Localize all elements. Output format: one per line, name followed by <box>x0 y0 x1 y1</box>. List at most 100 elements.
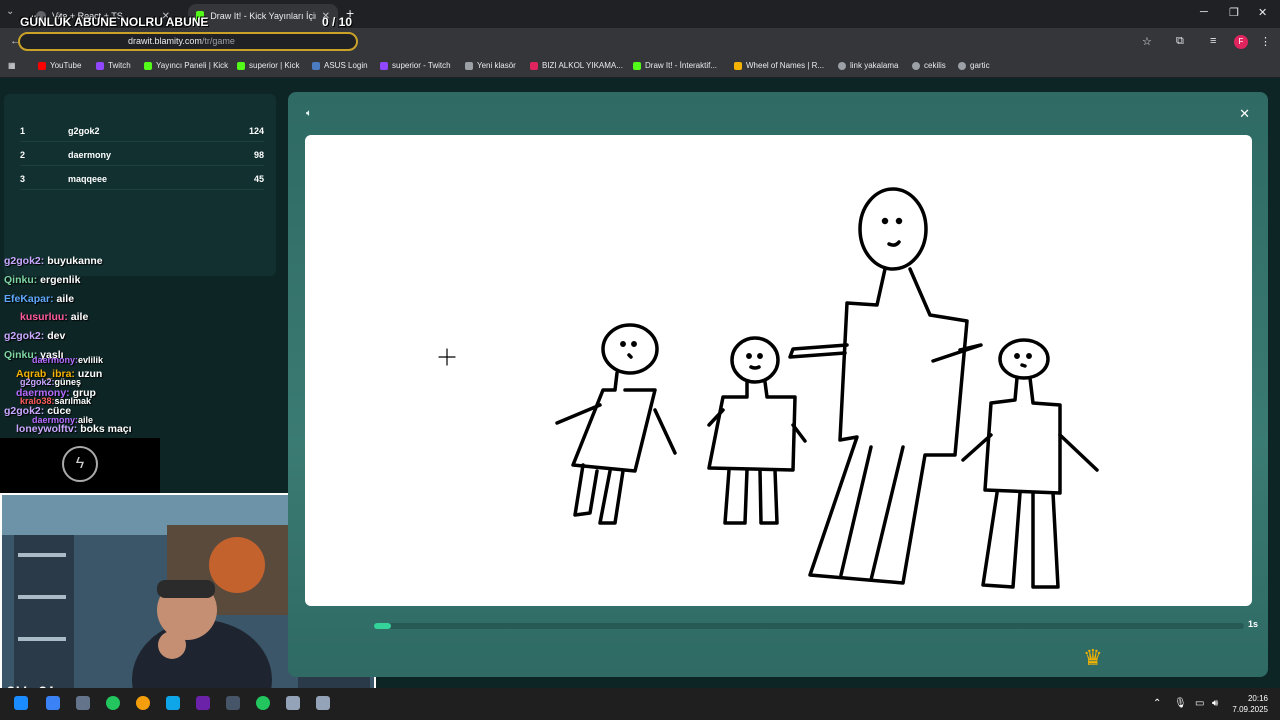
bookmark-star-icon[interactable]: ☆ <box>1142 35 1152 48</box>
bookmark-gartic[interactable]: gartic <box>958 61 990 70</box>
bookmark-label: gartic <box>970 61 990 70</box>
bookmark-wheel[interactable]: Wheel of Names | R... <box>734 61 824 70</box>
stream-logo-box: ϟ <box>0 438 160 494</box>
round-progress-bar <box>374 623 1244 629</box>
bookmark-kick-panel[interactable]: Yayıncı Paneli | Kick <box>144 61 228 70</box>
bookmark-label: Yeni klasör <box>477 61 516 70</box>
chrome-icon[interactable] <box>136 696 150 710</box>
leaderboard-row: 3 maqqeee 45 <box>20 168 264 190</box>
player-score: 45 <box>253 173 264 184</box>
chat-user: g2gok2: <box>20 377 55 387</box>
bookmark-label: YouTube <box>50 61 82 70</box>
clock-time: 20:16 <box>1247 694 1268 703</box>
app-icon[interactable] <box>286 696 300 710</box>
chat-text: dev <box>47 330 66 342</box>
drawing-canvas[interactable] <box>305 135 1252 606</box>
bookmark-label: Twitch <box>108 61 131 70</box>
display-icon[interactable]: ▭ <box>1195 698 1204 709</box>
bookmark-alkol[interactable]: BIZI ALKOL YIKAMA... <box>530 61 623 70</box>
kick-icon <box>237 61 245 70</box>
chat-text: buyukanne <box>47 255 103 267</box>
app-icon[interactable] <box>46 696 60 710</box>
player-score: 124 <box>248 125 264 136</box>
twitch-icon <box>96 61 104 70</box>
bookmark-drawit[interactable]: Draw It! - İnteraktif... <box>633 61 717 70</box>
bookmark-link[interactable]: link yakalama <box>838 61 898 70</box>
chat-user: g2gok2: <box>4 255 45 267</box>
menu-icon[interactable]: ⋮ <box>1260 35 1271 48</box>
leaderboard: 1 g2gok2 124 2 daermony 98 3 maqqeee 45 <box>4 94 276 276</box>
bookmark-label: Draw It! - İnteraktif... <box>645 61 718 70</box>
apps-icon[interactable]: ▦ <box>8 61 16 70</box>
windows-start-icon[interactable] <box>14 696 28 710</box>
bookmark-cekilis[interactable]: cekilis <box>912 61 946 70</box>
bookmark-superior-twitch[interactable]: superior - Twitch <box>380 61 451 70</box>
player-name: maqqeee <box>68 173 108 184</box>
bookmark-label: BIZI ALKOL YIKAMA... <box>542 61 623 70</box>
game-panel: 🔈︎ ✕ 1s ♛ <box>288 92 1268 677</box>
taskbar: ⌃ 🎙︎ ▭ 🔊︎ 20:16 7.09.2025 <box>0 688 1280 720</box>
folder-icon <box>465 61 473 70</box>
explorer-icon[interactable] <box>166 696 180 710</box>
spotify-icon[interactable] <box>106 696 120 710</box>
profile-avatar[interactable]: F <box>1234 35 1248 49</box>
player-name: g2gok2 <box>68 125 100 136</box>
system-clock[interactable]: 20:16 7.09.2025 <box>1232 693 1268 715</box>
url-path: /tr/game <box>201 36 235 46</box>
rank: 3 <box>20 173 26 184</box>
chat-message: EfeKapar: aile <box>4 293 74 305</box>
chat-overlay: g2gok2: buyukanne Qinku: ergenlik EfeKap… <box>0 255 280 448</box>
bookmark-folder[interactable]: Yeni klasör <box>465 61 516 70</box>
tray-chevron-icon[interactable]: ⌃ <box>1153 698 1161 709</box>
chat-text: aile <box>70 311 89 323</box>
browser-toolbar: ← → ↻ ⌂ drawit.blamity.com/tr/game ☆ ⧉ ≡… <box>0 28 1280 56</box>
twitch-icon <box>380 61 388 70</box>
app-icon[interactable] <box>226 696 240 710</box>
app-icon[interactable] <box>76 696 90 710</box>
chat-user: g2gok2: <box>4 330 45 342</box>
volume-icon[interactable]: 🔊︎ <box>1212 698 1218 709</box>
chat-text: ergenlik <box>40 274 81 286</box>
address-bar[interactable]: drawit.blamity.com/tr/game <box>18 32 358 51</box>
tab-drawit[interactable]: Draw It! - Kick Yayınları İçin Çizi ✕ <box>188 4 338 28</box>
bookmark-label: superior - Twitch <box>392 61 451 70</box>
media-icon[interactable]: ≡ <box>1210 35 1216 47</box>
bookmark-label: Wheel of Names | R... <box>746 61 825 70</box>
chat-message: daermony:evlilik <box>32 355 103 365</box>
chat-user: EfeKapar: <box>4 293 54 305</box>
bookmark-asus[interactable]: ASUS Login <box>312 61 368 70</box>
chat-text: boks maçı <box>80 423 132 435</box>
bookmark-label: link yakalama <box>850 61 899 70</box>
mascot-icon: ♛ <box>1083 645 1103 670</box>
round-timer: 1s <box>1247 619 1258 629</box>
chat-text: güneş <box>54 377 82 387</box>
close-window-icon[interactable]: ✕ <box>1258 6 1267 19</box>
bookmark-label: superior | Kick <box>249 61 300 70</box>
bookmark-twitch[interactable]: Twitch <box>96 61 131 70</box>
chat-message: g2gok2: dev <box>4 330 65 342</box>
app-icon[interactable] <box>256 696 270 710</box>
bookmark-label: ASUS Login <box>324 61 368 70</box>
clock-date: 7.09.2025 <box>1232 705 1268 714</box>
chat-text: evlilik <box>78 355 104 365</box>
close-icon[interactable]: ✕ <box>1239 106 1250 122</box>
chat-message: g2gok2:güneş <box>20 377 81 387</box>
app-icon[interactable] <box>196 696 210 710</box>
app-icon[interactable] <box>316 696 330 710</box>
globe-icon <box>838 61 846 70</box>
stream-overlay-counter: 0 / 10 <box>322 15 353 29</box>
bookmark-superior-kick[interactable]: superior | Kick <box>237 61 300 70</box>
leaderboard-row: 1 g2gok2 124 <box>20 120 264 142</box>
maximize-icon[interactable]: ❐ <box>1229 6 1239 19</box>
chat-message: g2gok2: buyukanne <box>4 255 103 267</box>
microphone-icon[interactable]: 🎙︎ <box>1174 698 1187 709</box>
chat-text: aile <box>56 293 75 305</box>
minimize-icon[interactable]: ─ <box>1200 6 1208 18</box>
tab-search-icon[interactable]: ⌄ <box>6 6 14 17</box>
youtube-icon <box>38 61 46 70</box>
stream-overlay-title: GÜNLÜK ABUNE NOLRU ABUNE <box>20 15 209 29</box>
speaker-icon[interactable]: 🔈︎ <box>306 108 312 119</box>
rank: 2 <box>20 149 26 160</box>
bookmark-youtube[interactable]: YouTube <box>38 61 81 70</box>
extensions-icon[interactable]: ⧉ <box>1176 35 1184 48</box>
